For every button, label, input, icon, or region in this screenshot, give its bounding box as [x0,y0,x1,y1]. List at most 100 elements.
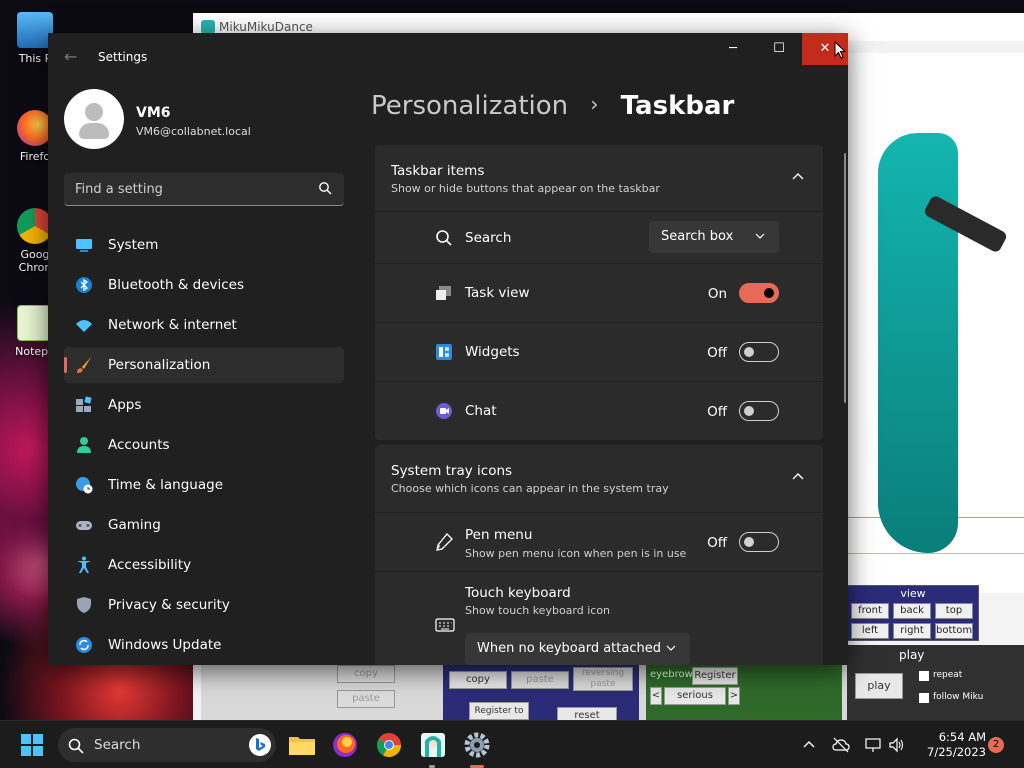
follow-checkbox[interactable] [919,693,929,703]
register-button[interactable]: Register [692,667,738,685]
breadcrumb: Personalization › Taskbar [371,91,734,121]
view-top-button[interactable]: top [935,603,973,619]
settings-gear-icon[interactable] [461,729,493,761]
accessibility-icon [77,556,91,573]
touch-keyboard-row: Touch keyboard Show touch keyboard icon … [375,572,823,665]
volume-icon[interactable] [888,736,906,754]
nav-item-time-language[interactable]: Time & language [64,467,344,503]
mmd-title: MikuMikuDance [219,20,313,34]
back-arrow-icon[interactable]: ← [64,47,77,66]
next-button[interactable]: > [728,687,740,705]
network-icon[interactable] [864,736,882,754]
cloud-offline-icon[interactable] [832,736,850,754]
nav-label: Time & language [108,477,224,493]
nav-label: Privacy & security [108,597,230,613]
nav-label: Personalization [108,357,211,373]
miku-model [878,133,958,553]
card-title: Taskbar items [391,163,485,179]
person-icon [77,437,91,453]
mmd-app-icon[interactable] [417,729,449,761]
find-setting-input[interactable] [64,173,309,205]
play-panel: play play repeat follow Miku [847,645,1024,720]
touch-keyboard-dropdown[interactable]: When no keyboard attached [465,633,690,665]
register-to-button[interactable]: Register to [469,702,529,720]
nav-item-apps[interactable]: Apps [64,387,344,423]
task-view-toggle[interactable] [739,283,779,303]
nav-item-system[interactable]: System [64,227,344,263]
pen-icon [436,533,453,551]
toggle-knob [744,537,754,547]
copy-button-disabled: copy [337,665,395,683]
nav-label: Bluetooth & devices [108,277,245,293]
firefox-icon[interactable] [329,729,361,761]
bluetooth-icon [76,277,92,293]
nav-label: Accounts [108,437,170,453]
search-dropdown-value: Search box [661,229,734,244]
chevron-up-icon[interactable] [791,469,805,483]
notification-badge[interactable]: 2 [988,737,1004,753]
view-back-button[interactable]: back [893,603,931,619]
user-profile[interactable]: VM6 VM6@collabnet.local [64,89,364,149]
settings-nav: System Bluetooth & devices Network & int… [64,227,344,665]
nav-item-accounts[interactable]: Accounts [64,427,344,463]
chevron-up-icon[interactable] [800,736,818,754]
brush-icon [77,357,91,373]
chevron-up-icon[interactable] [791,169,805,183]
widgets-state: Off [707,345,727,361]
prev-button[interactable]: < [650,687,662,705]
nav-item-accessibility[interactable]: Accessibility [64,547,344,583]
nav-item-gaming[interactable]: Gaming [64,507,344,543]
maximize-button[interactable]: ☐ [756,33,802,65]
minimize-button[interactable]: ─ [710,33,756,65]
touch-keyboard-dropdown-value: When no keyboard attached [477,641,661,656]
serious-select[interactable]: serious [664,687,726,705]
chrome-icon[interactable] [373,729,405,761]
search-dropdown[interactable]: Search box [649,221,779,253]
clock-date: 7/25/2023 [927,745,986,759]
avatar-body [79,123,109,139]
chevron-down-icon [755,233,765,239]
keyboard-icon [435,618,455,632]
view-right-button[interactable]: right [893,623,931,639]
file-explorer-icon[interactable] [286,729,318,761]
breadcrumb-parent[interactable]: Personalization [371,91,568,121]
view-left-button[interactable]: left [851,623,889,639]
mmd-logo-icon [201,20,215,34]
nav-item-network[interactable]: Network & internet [64,307,344,343]
copy-button[interactable]: copy [449,671,507,689]
pen-menu-toggle[interactable] [739,532,779,552]
nav-item-personalization[interactable]: Personalization [64,347,344,383]
repeat-checkbox[interactable] [919,671,929,681]
bing-icon[interactable] [248,733,272,757]
taskbar-items-header[interactable]: Taskbar items Show or hide buttons that … [375,145,823,211]
play-button[interactable]: play [855,673,903,699]
nav-item-windows-update[interactable]: Windows Update [64,627,344,663]
nav-item-bluetooth[interactable]: Bluetooth & devices [64,267,344,303]
search-icon[interactable] [318,181,332,195]
search-icon [68,738,84,754]
system-tray-header[interactable]: System tray icons Choose which icons can… [375,445,823,512]
app-title: Settings [98,50,148,64]
task-view-label: Task view [465,285,530,301]
touch-keyboard-description: Show touch keyboard icon [465,604,611,617]
pen-menu-state: Off [707,535,727,551]
taskbar-search[interactable]: Search [58,728,276,762]
view-front-button[interactable]: front [851,603,889,619]
breadcrumb-separator: › [590,92,599,116]
nav-item-privacy[interactable]: Privacy & security [64,587,344,623]
chevron-down-icon [666,645,676,651]
mmd-3d-viewport[interactable] [848,53,1024,593]
paste-button[interactable]: paste [511,671,569,689]
content-scrollbar[interactable] [844,153,846,403]
start-windows-icon[interactable] [16,729,48,761]
nav-label: Windows Update [108,637,222,653]
taskbar: Search 6:54 AM 7/25/2023 2 [0,720,1024,768]
settings-window: ← Settings ─ ☐ ✕ VM6 VM6@collabnet.local… [48,33,848,665]
chat-toggle[interactable] [739,401,779,421]
view-bottom-button[interactable]: bottom [935,623,973,639]
reversing-paste-button[interactable]: reversing paste [573,667,633,691]
widgets-toggle[interactable] [739,342,779,362]
task-view-row: Task view On [375,264,823,322]
widgets-icon [436,344,452,360]
clock[interactable]: 6:54 AM 7/25/2023 [916,730,986,760]
